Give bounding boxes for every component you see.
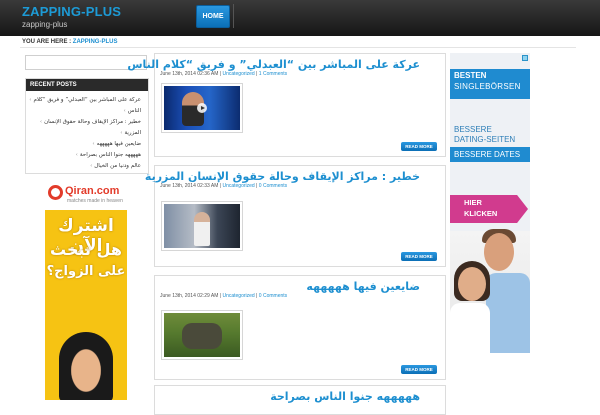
recent-post-link[interactable]: المزرية (29, 130, 141, 136)
ad-photo-part (484, 233, 514, 271)
post-thumbnail[interactable] (161, 310, 243, 360)
recent-post-link[interactable]: خطير : مراكز الإيقاف وحالة حقوق الإنسان (29, 119, 141, 125)
post-thumbnail[interactable] (161, 83, 243, 133)
ad-brand: Qiran.com (65, 185, 120, 197)
read-more-button[interactable]: READ MORE (401, 252, 437, 261)
post-card: ضايعين فيها هههههه June 13th, 2014 02:29… (154, 275, 446, 380)
nav-home-button[interactable]: HOME (196, 5, 230, 28)
recent-posts-widget: RECENT POSTS عركة على المباشر بين “العبد… (25, 78, 149, 174)
site-header: ZAPPING-PLUS zapping-plus HOME (0, 0, 600, 36)
qiran-logo-icon (48, 185, 63, 200)
post-date: June 13th, 2014 02:36 AM (160, 71, 219, 77)
recent-post-link[interactable]: الناس (29, 108, 141, 114)
breadcrumb-current[interactable]: ZAPPING-PLUS (73, 39, 118, 45)
recent-post-link[interactable]: هههههه جنوا الناس بصراحة (29, 152, 141, 158)
post-comments[interactable]: 0 Comments (259, 293, 287, 299)
recent-posts-title: RECENT POSTS (26, 79, 148, 91)
post-meta: June 13th, 2014 02:29 AM | Uncategorized… (160, 293, 288, 299)
post-thumbnail[interactable] (161, 201, 243, 251)
breadcrumb-prefix: YOU ARE HERE : (22, 39, 72, 45)
post-comments[interactable]: 1 Comments (259, 71, 287, 77)
post-card: خطير : مراكز الإيقاف وحالة حقوق الإنسان … (145, 165, 446, 267)
ad-photo-part (486, 273, 530, 353)
post-card: هههههه جنوا الناس بصراحة (154, 385, 446, 415)
post-meta: June 13th, 2014 02:33 AM | Uncategorized… (160, 183, 288, 189)
post-category[interactable]: Uncategorized (222, 183, 254, 189)
post-title[interactable]: خطير : مراكز الإيقاف وحالة حقوق الإنسان … (145, 170, 420, 183)
ad-text-2: DATING-SEITEN (454, 135, 516, 144)
ad-cta-1[interactable]: HIER (464, 198, 482, 207)
right-banner-ad[interactable]: BESTEN SINGLEBÖRSEN BESSERE DATING-SEITE… (450, 53, 530, 353)
post-category[interactable]: Uncategorized (222, 293, 254, 299)
post-comments[interactable]: 0 Comments (259, 183, 287, 189)
ad-line-2: هل تبحث (50, 240, 122, 259)
ad-text-3: BESSERE DATES (454, 150, 521, 159)
site-tagline: zapping-plus (22, 20, 68, 29)
ad-photo (59, 332, 113, 400)
play-icon (197, 103, 207, 113)
ad-photo-part (458, 267, 486, 301)
read-more-button[interactable]: READ MORE (401, 142, 437, 151)
adchoices-icon[interactable] (522, 55, 528, 61)
ad-headline-2: SINGLEBÖRSEN (454, 82, 521, 91)
post-date: June 13th, 2014 02:33 AM (160, 183, 219, 189)
breadcrumb-divider (20, 47, 576, 48)
post-date: June 13th, 2014 02:29 AM (160, 293, 219, 299)
ad-text-1: BESSERE (454, 125, 492, 134)
site-title[interactable]: ZAPPING-PLUS (22, 4, 121, 19)
post-title[interactable]: عركة على المباشر بين “العبدلي” و فريق “ك… (127, 58, 420, 71)
ad-headline-1: BESTEN (454, 71, 487, 80)
post-category[interactable]: Uncategorized (222, 71, 254, 77)
read-more-button[interactable]: READ MORE (401, 365, 437, 374)
ad-photo-part (450, 303, 490, 353)
recent-post-link[interactable]: ضايعين فيها هههههه (29, 141, 141, 147)
post-title[interactable]: ضايعين فيها هههههه (306, 280, 420, 293)
breadcrumb: YOU ARE HERE : ZAPPING-PLUS (22, 39, 117, 45)
ad-brand-tagline: matches made in heaven (67, 198, 123, 204)
ad-line-3: على الزواج؟ (46, 264, 126, 279)
nav-divider (233, 4, 234, 28)
post-meta: June 13th, 2014 02:36 AM | Uncategorized… (160, 71, 288, 77)
post-card: عركة على المباشر بين “العبدلي” و فريق “ك… (127, 53, 446, 157)
recent-post-link[interactable]: عركة على المباشر بين “العبدلي” و فريق “ك… (29, 97, 141, 103)
ad-cta-2[interactable]: KLICKEN (464, 209, 497, 218)
left-banner-ad[interactable]: Qiran.com matches made in heaven اشترك ا… (45, 180, 127, 400)
post-title[interactable]: هههههه جنوا الناس بصراحة (270, 390, 420, 403)
recent-post-link[interactable]: عالم ودنيا من الخيال (29, 163, 141, 169)
